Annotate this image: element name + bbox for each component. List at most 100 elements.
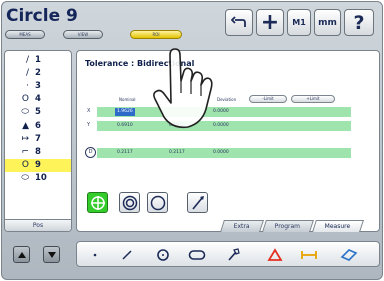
sidebar-item-8[interactable]: ⌐ 8 — [5, 145, 71, 158]
sidebar-item-number: 9 — [35, 160, 41, 171]
pos-tab-label: Pos — [32, 222, 44, 229]
runout-button[interactable] — [187, 192, 208, 213]
scroll-up-button[interactable] — [13, 246, 30, 263]
sidebar-item-number: 5 — [35, 107, 41, 118]
d-nominal-cell[interactable]: 0.2117 — [117, 149, 133, 157]
tab-program[interactable]: Program — [262, 220, 314, 232]
slot-tool-button[interactable] — [187, 245, 207, 265]
roi-mode-pill[interactable]: ROI — [130, 30, 182, 39]
tab-measure[interactable]: Measure — [312, 220, 364, 232]
tab-measure-label: Measure — [324, 223, 351, 230]
table-row[interactable]: 0.6910 0.6910 0.0000 — [97, 121, 351, 131]
arc-icon: ⌐ — [21, 146, 29, 157]
tab-program-label: Program — [275, 223, 301, 230]
row-label-y: Y — [87, 122, 91, 128]
sidebar-item-number: 6 — [35, 120, 41, 131]
plus-limit-label: +Limit — [306, 96, 320, 101]
concentricity-icon — [122, 195, 137, 210]
roi-pill-label: ROI — [152, 32, 160, 37]
distance-tool-button[interactable] — [299, 245, 319, 265]
sidebar-item-3[interactable]: · 3 — [5, 79, 71, 92]
circle-icon: O — [21, 94, 29, 105]
wrench-tool-button[interactable] — [223, 245, 243, 265]
x-nominal-cell[interactable]: 1.9626 — [115, 108, 135, 116]
y-deviation-cell: 0.0000 — [213, 123, 229, 128]
sidebar-item-6[interactable]: ▲ 6 — [5, 119, 71, 132]
sidebar-item-10[interactable]: ⬭ 10 — [5, 172, 71, 185]
sidebar-item-7[interactable]: ↦ 7 — [5, 132, 71, 145]
tolerance-panel: Tolerance : Bidirectional Nominal Deviat… — [76, 50, 380, 232]
plus-limit-button[interactable]: +Limit — [291, 95, 335, 103]
diameter-icon: D — [85, 147, 96, 158]
sidebar-item-number: 10 — [35, 173, 47, 184]
sidebar-item-1[interactable]: /1 — [5, 53, 71, 66]
sidebar-item-5[interactable]: ⬭ 5 — [5, 106, 71, 119]
angle-tool-button[interactable] — [265, 245, 285, 265]
row-label-d: D — [88, 149, 93, 155]
slot-icon: ⬭ — [21, 173, 29, 184]
undo-button[interactable] — [225, 9, 253, 36]
tolerance-heading: Tolerance : Bidirectional — [85, 59, 195, 68]
units-label: mm — [318, 17, 337, 28]
line-tool-icon — [122, 250, 132, 260]
meas-pill-label: MEAS — [19, 32, 31, 37]
runout-icon — [191, 195, 204, 210]
eraser-tool-icon — [340, 249, 358, 261]
circularity-button[interactable] — [147, 192, 168, 213]
sidebar-item-number: 2 — [35, 67, 41, 78]
angle-tool-icon — [267, 248, 283, 261]
table-row[interactable]: 1.9626 0.0000 — [97, 107, 351, 117]
pos-tab[interactable]: Pos — [5, 219, 71, 231]
minus-limit-label: -Limit — [262, 96, 274, 101]
deviation-column-header: Deviation — [217, 97, 237, 102]
sidebar-item-4[interactable]: O4 — [5, 93, 71, 106]
add-icon: + — [260, 10, 280, 35]
measure-toolbar — [76, 241, 380, 267]
distance-tool-icon — [301, 251, 317, 259]
row-label-x: X — [87, 108, 91, 114]
y-actual-cell: 0.6910 — [169, 123, 185, 128]
sidebar-item-2[interactable]: /2 — [5, 66, 71, 79]
wrench-tool-icon — [228, 248, 240, 261]
sidebar-item-number: 8 — [35, 146, 41, 157]
slot-tool-icon — [188, 250, 206, 260]
m1-label: M1 — [292, 18, 306, 27]
distance-icon: ↦ — [21, 133, 29, 144]
d-deviation-cell: 0.0000 — [213, 150, 229, 155]
feature-list: /1/2 · 3 O 4 ⬭ 5 ▲ 6 ↦ 7 ⌐ 8 O 9 ⬭ 10 Pos — [4, 50, 72, 232]
sidebar-item-number: 7 — [35, 133, 41, 144]
y-nominal-cell[interactable]: 0.6910 — [117, 122, 133, 130]
circle-tool-button[interactable] — [153, 245, 173, 265]
minus-limit-button[interactable]: -Limit — [249, 95, 287, 103]
scroll-down-button[interactable] — [43, 246, 60, 263]
concentricity-button[interactable] — [119, 192, 140, 213]
arrow-down-icon — [47, 251, 56, 258]
line-icon: / — [25, 67, 29, 78]
point-tool-icon — [93, 253, 97, 257]
sidebar-item-9[interactable]: O9 — [5, 158, 71, 172]
d-actual-cell: 0.2117 — [169, 150, 185, 155]
table-row[interactable]: 0.2117 0.2117 0.0000 — [97, 148, 351, 158]
units-button[interactable]: mm — [314, 9, 341, 36]
line-tool-button[interactable] — [117, 245, 137, 265]
eraser-tool-button[interactable] — [339, 245, 359, 265]
view-pill-label: VIEW — [77, 32, 89, 37]
point-icon: · — [26, 80, 29, 91]
undo-icon — [231, 15, 246, 27]
circularity-icon — [150, 195, 165, 210]
tab-extra-label: Extra — [233, 223, 250, 230]
slot-icon: ⬭ — [21, 107, 29, 118]
arrow-up-icon — [17, 251, 26, 258]
circle-icon: O — [21, 160, 29, 171]
help-button[interactable]: ? — [344, 9, 374, 36]
position-tolerance-button[interactable] — [87, 192, 108, 213]
tab-extra[interactable]: Extra — [220, 220, 264, 232]
sidebar-item-number: 1 — [35, 54, 41, 65]
m1-button[interactable]: M1 — [287, 9, 311, 36]
position-tolerance-icon — [90, 195, 105, 210]
x-deviation-cell: 0.0000 — [213, 109, 229, 114]
add-button[interactable]: + — [256, 9, 284, 36]
view-mode-pill[interactable]: VIEW — [63, 30, 103, 39]
point-tool-button[interactable] — [85, 245, 105, 265]
meas-mode-pill[interactable]: MEAS — [5, 30, 45, 39]
